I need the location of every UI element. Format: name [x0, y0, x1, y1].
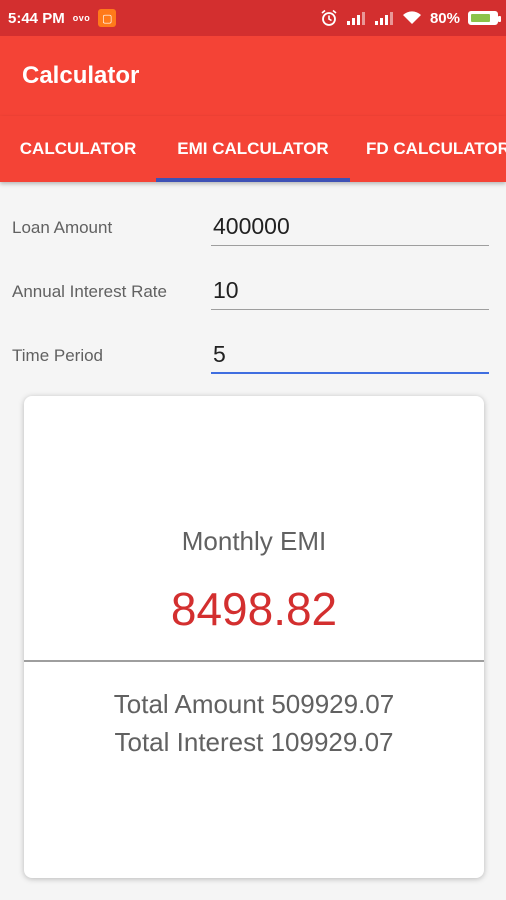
signal-icon — [374, 12, 393, 25]
loan-amount-input[interactable] — [211, 202, 489, 246]
result-card: Monthly EMI 8498.82 Total Amount 509929.… — [24, 396, 484, 878]
alarm-icon — [321, 9, 337, 26]
app-title: Calculator — [22, 62, 140, 89]
app-bar: Calculator — [0, 36, 506, 116]
tab-bar: CALCULATOR EMI CALCULATOR FD CALCULATOR — [0, 116, 506, 182]
tab-emi-calculator[interactable]: EMI CALCULATOR — [156, 116, 350, 182]
carrier-label: ovo — [72, 13, 91, 23]
total-amount-label: Total Amount — [113, 689, 265, 719]
interest-rate-label: Annual Interest Rate — [12, 282, 167, 301]
wifi-icon — [402, 11, 421, 24]
status-time: 5:44 PM — [8, 9, 65, 27]
loan-amount-row: Loan Amount — [12, 202, 490, 252]
tab-indicator — [156, 178, 350, 182]
signal-icon — [346, 12, 365, 25]
total-interest-line: Total Interest 109929.07 — [24, 727, 484, 758]
monthly-emi-label: Monthly EMI — [181, 526, 327, 556]
monthly-emi-value: 8498.82 — [170, 583, 338, 635]
tab-calculator[interactable]: CALCULATOR — [0, 116, 156, 182]
time-period-row: Time Period — [12, 330, 490, 380]
interest-rate-row: Annual Interest Rate — [12, 266, 490, 316]
tab-fd-calculator[interactable]: FD CALCULATOR — [350, 116, 506, 182]
battery-charging-icon — [468, 11, 501, 25]
interest-rate-input[interactable] — [211, 266, 489, 310]
total-interest-value: 109929.07 — [270, 727, 394, 757]
battery-percent: 80% — [429, 9, 460, 27]
card-divider — [24, 660, 484, 662]
status-bar: 5:44 PM ovo ▢ 80% — [0, 0, 506, 36]
time-period-label: Time Period — [12, 346, 104, 365]
time-period-input[interactable] — [211, 330, 489, 374]
total-amount-line: Total Amount 509929.07 — [24, 689, 484, 720]
battery-level — [471, 14, 491, 22]
total-amount-value: 509929.07 — [271, 689, 395, 719]
loan-amount-label: Loan Amount — [12, 218, 113, 237]
notification-app-icon: ▢ — [98, 9, 117, 27]
total-interest-label: Total Interest — [114, 727, 264, 757]
